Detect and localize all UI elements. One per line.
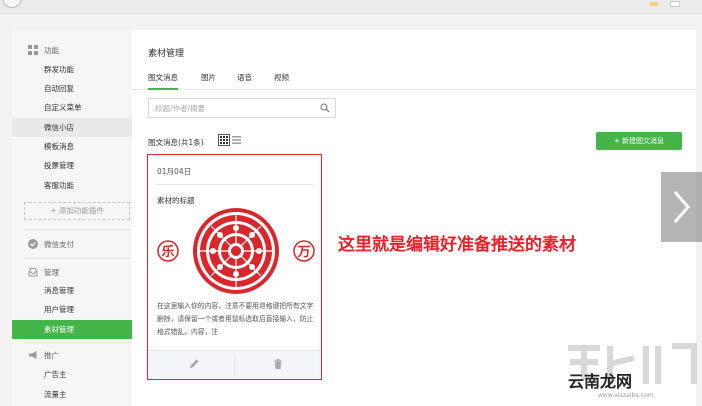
card-cover-image: 乐 万 bbox=[157, 208, 315, 294]
sidebar-item-auto-reply[interactable]: 自动回复 bbox=[12, 79, 132, 98]
watermark-url: www.xiazaiba.com bbox=[598, 392, 654, 399]
view-toggle[interactable] bbox=[218, 134, 242, 146]
sidebar-divider bbox=[24, 342, 130, 343]
sidebar-item-customer-service[interactable]: 客服功能 bbox=[12, 176, 132, 195]
sidebar-group-label: 推广 bbox=[44, 350, 59, 360]
right-char-seal: 万 bbox=[293, 240, 315, 262]
search-box bbox=[148, 98, 336, 118]
window-control-icon[interactable] bbox=[670, 1, 680, 7]
sidebar-group-function: 功能 bbox=[12, 42, 132, 58]
annotation-text: 这里就是编辑好准备推送的素材 bbox=[338, 235, 576, 255]
watermark-text: 云南龙网 bbox=[568, 372, 633, 391]
next-slide-button[interactable] bbox=[661, 172, 702, 242]
card-divider bbox=[156, 184, 314, 185]
paper-cut-medallion bbox=[193, 208, 279, 294]
chevron-right-icon bbox=[673, 191, 690, 223]
sidebar-divider bbox=[24, 229, 130, 230]
check-circle-icon bbox=[28, 239, 38, 249]
tab-news[interactable]: 图文消息 bbox=[148, 72, 178, 90]
tab-bar: 图文消息 图片 语音 视频 bbox=[132, 68, 696, 90]
card-date: 01月04日 bbox=[157, 167, 192, 176]
tab-image[interactable]: 图片 bbox=[201, 72, 216, 90]
sidebar-item-template-message[interactable]: 模板消息 bbox=[12, 137, 132, 156]
sidebar-item-message-manage[interactable]: 消息管理 bbox=[12, 281, 132, 300]
inbox-icon bbox=[28, 268, 38, 277]
tab-voice[interactable]: 语音 bbox=[237, 72, 252, 90]
extension-icon[interactable] bbox=[650, 2, 658, 6]
tab-video[interactable]: 视频 bbox=[274, 72, 289, 90]
sidebar-group-label: 微信支付 bbox=[44, 239, 74, 249]
left-seal-char: 乐 bbox=[161, 244, 174, 260]
add-plugin-button[interactable]: + 添加功能插件 bbox=[24, 202, 130, 220]
news-count-label: 图文消息(共1条) bbox=[148, 138, 204, 147]
edit-pencil-icon[interactable] bbox=[188, 358, 200, 370]
delete-trash-icon[interactable] bbox=[272, 358, 284, 370]
search-input[interactable] bbox=[149, 99, 309, 117]
left-char-seal: 乐 bbox=[157, 240, 179, 262]
grid-view-icon[interactable] bbox=[218, 134, 230, 146]
page-title: 素材管理 bbox=[148, 49, 185, 59]
back-button[interactable] bbox=[2, 0, 22, 8]
sidebar-item-vote[interactable]: 投票管理 bbox=[12, 156, 132, 175]
sidebar: 功能 群发功能 自动回复 自定义菜单 微信小店 模板消息 投票管理 客服功能 +… bbox=[12, 30, 132, 406]
sidebar-item-custom-menu[interactable]: 自定义菜单 bbox=[12, 98, 132, 117]
browser-top-bar bbox=[0, 0, 702, 14]
news-card[interactable]: 01月04日 素材的标题 乐 万 在这里输入你的内容，注意不要用退格键把所有文字… bbox=[147, 154, 322, 380]
card-description: 在这里输入你的内容，注意不要用退格键把所有文字删除，请保留一个或者用鼠标选取后直… bbox=[157, 302, 314, 336]
new-news-button[interactable]: + 新建图文消息 bbox=[596, 132, 682, 150]
sidebar-group-manage: 管理 bbox=[12, 264, 132, 280]
sidebar-group-promote: 推广 bbox=[12, 347, 132, 363]
sidebar-item-mass-send[interactable]: 群发功能 bbox=[12, 60, 132, 79]
sidebar-divider bbox=[24, 258, 130, 259]
search-icon[interactable] bbox=[320, 103, 330, 113]
right-seal-char: 万 bbox=[296, 245, 310, 260]
sidebar-group-pay[interactable]: 微信支付 bbox=[12, 236, 132, 252]
sidebar-item-user-manage[interactable]: 用户管理 bbox=[12, 300, 132, 319]
sidebar-item-publisher[interactable]: 流量主 bbox=[12, 385, 132, 404]
sidebar-group-label: 功能 bbox=[44, 45, 59, 55]
card-actions bbox=[148, 350, 320, 379]
megaphone-icon bbox=[29, 351, 37, 359]
sidebar-item-advertiser[interactable]: 广告主 bbox=[12, 365, 132, 384]
grid-icon bbox=[28, 45, 38, 55]
sidebar-item-wechat-store[interactable]: 微信小店 bbox=[12, 118, 132, 137]
list-view-icon[interactable] bbox=[232, 136, 241, 144]
actions-divider bbox=[234, 355, 235, 376]
sidebar-item-material-manage[interactable]: 素材管理 bbox=[12, 320, 132, 339]
sidebar-group-label: 管理 bbox=[44, 267, 59, 277]
